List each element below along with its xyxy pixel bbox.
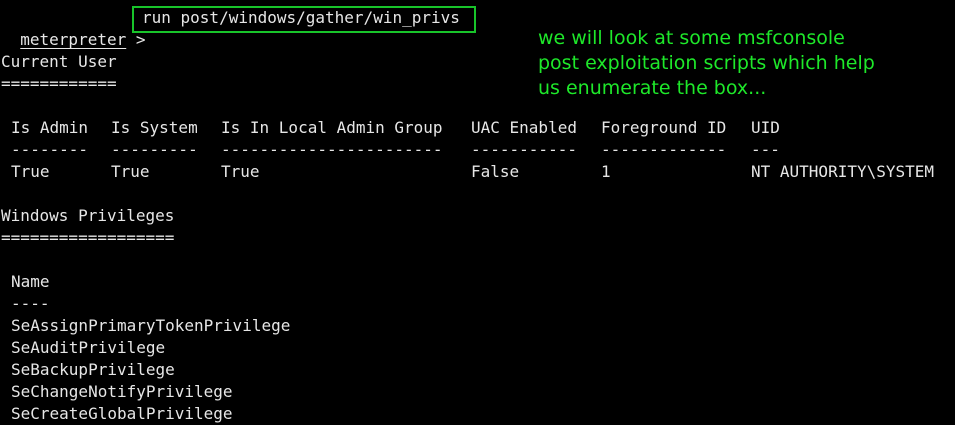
command-text[interactable]: run post/windows/gather/win_privs: [142, 7, 460, 29]
annotation-line: we will look at some msfconsole: [538, 27, 845, 49]
col-header-uac: UAC Enabled: [471, 118, 577, 137]
privilege-item: SeBackupPrivilege: [11, 360, 175, 379]
col-dashes: -----------------------: [221, 140, 443, 159]
privilege-item: SeAssignPrimaryTokenPrivilege: [11, 316, 291, 335]
annotation-line: us enumerate the box...: [538, 77, 767, 99]
col-dashes: --------: [11, 140, 89, 159]
cell-is-system: True: [111, 162, 150, 181]
col-header-uid: UID: [751, 118, 780, 137]
col-dashes: ---------: [111, 140, 198, 159]
privileges-underline: ==================: [1, 228, 175, 247]
privilege-item: SeAuditPrivilege: [11, 338, 166, 357]
privileges-name-header: Name: [11, 272, 50, 291]
annotation-line: post exploitation scripts which help: [538, 52, 875, 74]
col-dashes: -------------: [601, 140, 727, 159]
terminal-window: { "prompt": { "word": "meterpreter", "sy…: [0, 0, 955, 424]
col-header-foreground-id: Foreground ID: [601, 118, 727, 137]
annotation-note: we will look at some msfconsole post exp…: [538, 26, 875, 101]
privilege-item: SeCreateGlobalPrivilege: [11, 404, 233, 423]
privileges-name-dashes: ----: [11, 294, 50, 313]
cell-local-admin: True: [221, 162, 260, 181]
prompt-label: meterpreter: [20, 30, 127, 49]
cell-uac: False: [471, 162, 520, 181]
col-header-local-admin: Is In Local Admin Group: [221, 118, 443, 137]
col-header-is-system: Is System: [111, 118, 198, 137]
cell-foreground-id: 1: [601, 162, 611, 181]
col-dashes: -----------: [471, 140, 577, 159]
current-user-underline: ============: [1, 74, 117, 93]
prompt-line: meterpreter >: [1, 7, 145, 49]
col-dashes: ---: [751, 140, 780, 159]
privileges-heading: Windows Privileges: [1, 206, 175, 225]
cell-is-admin: True: [11, 162, 50, 181]
cell-uid: NT AUTHORITY\SYSTEM: [751, 162, 935, 181]
current-user-heading: Current User: [1, 52, 117, 71]
col-header-is-admin: Is Admin: [11, 118, 89, 137]
privilege-item: SeChangeNotifyPrivilege: [11, 382, 233, 401]
